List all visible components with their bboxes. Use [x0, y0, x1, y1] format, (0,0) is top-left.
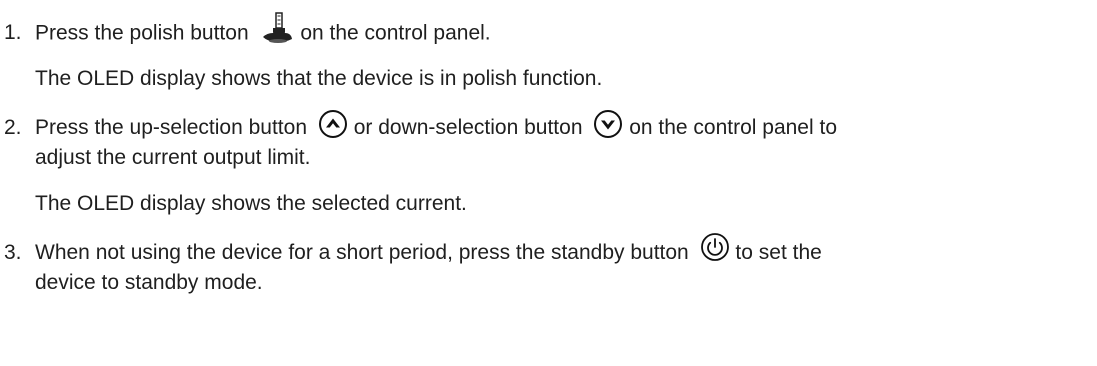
- step-3-instruction: When not using the device for a short pe…: [35, 233, 822, 268]
- step-1-text-after: on the control panel.: [300, 21, 491, 45]
- standby-icon: [700, 232, 730, 262]
- step-2-text-part3: on the control panel to: [629, 116, 838, 139]
- step-2-number: 2.: [4, 116, 22, 139]
- up-selection-icon: [318, 109, 348, 139]
- step-2-result: The OLED display shows the selected curr…: [35, 192, 467, 215]
- step-3-continuation: device to standby mode.: [35, 271, 263, 294]
- step-2-continuation: adjust the current output limit.: [35, 146, 311, 169]
- step-3-text-after: to set the: [735, 241, 822, 264]
- step-1-instruction: Press the polish button on the control p…: [35, 12, 491, 48]
- step-2-text-part2: or down-selection button: [353, 116, 583, 139]
- step-1-number: 1.: [4, 21, 22, 44]
- polish-icon: [260, 12, 294, 44]
- step-3-number: 3.: [4, 241, 22, 264]
- down-selection-icon: [593, 109, 623, 139]
- step-2-instruction: Press the up-selection button or down-se…: [35, 110, 838, 143]
- step-1-result: The OLED display shows that the device i…: [35, 67, 603, 90]
- step-3-text-before: When not using the device for a short pe…: [35, 241, 689, 264]
- instruction-steps: 1. Press the polish button on the contro…: [0, 0, 1097, 366]
- step-1-text-before: Press the polish button: [35, 21, 249, 45]
- step-2-text-part1: Press the up-selection button: [35, 116, 307, 139]
